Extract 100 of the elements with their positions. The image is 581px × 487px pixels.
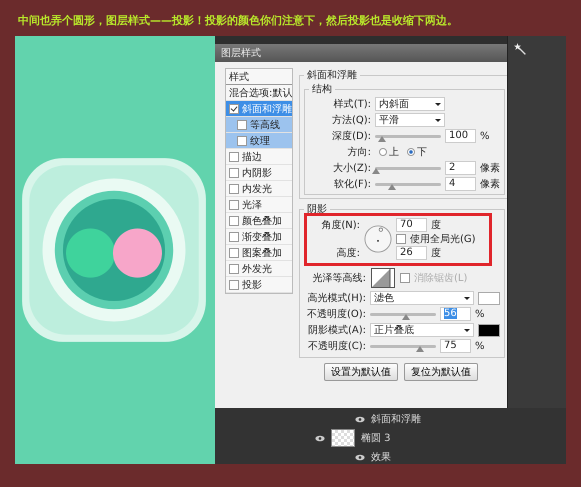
checkbox[interactable] xyxy=(229,264,239,274)
unit-label: % xyxy=(475,340,485,352)
checkbox[interactable] xyxy=(396,234,406,244)
value-field[interactable]: 4 xyxy=(445,177,476,191)
field-label: 高光模式(H): xyxy=(306,292,366,305)
style-item[interactable]: 纹理 xyxy=(226,133,292,149)
style-label: 投影 xyxy=(242,278,262,292)
checkbox[interactable] xyxy=(229,104,239,114)
field-label: 不透明度(O): xyxy=(306,308,366,321)
style-label: 颜色叠加 xyxy=(242,214,282,228)
style-item[interactable]: 外发光 xyxy=(226,261,292,277)
field-label: 不透明度(C): xyxy=(306,340,366,353)
magic-wand-icon[interactable] xyxy=(514,43,528,57)
caret-icon xyxy=(464,328,470,332)
radio-button[interactable] xyxy=(379,148,387,156)
unit-label: 度 xyxy=(431,246,441,260)
style-item[interactable]: 内阴影 xyxy=(226,165,292,181)
style-label: 渐变叠加 xyxy=(242,230,282,244)
style-item[interactable]: 样式 xyxy=(226,69,292,85)
unit-label: 像素 xyxy=(480,162,500,175)
group-title: 结构 xyxy=(311,82,333,96)
style-item[interactable]: 渐变叠加 xyxy=(226,229,292,245)
style-label: 等高线 xyxy=(250,118,280,132)
section-title: 斜面和浮雕 xyxy=(306,68,358,82)
slider-thumb[interactable] xyxy=(388,184,396,190)
eye-icon[interactable] xyxy=(355,454,365,460)
style-item[interactable]: 颜色叠加 xyxy=(226,213,292,229)
layer-name[interactable]: 斜面和浮雕 xyxy=(371,412,421,426)
checkbox[interactable] xyxy=(229,200,239,210)
checkbox[interactable] xyxy=(229,280,239,290)
caret-icon xyxy=(464,296,470,300)
layer-thumbnail[interactable] xyxy=(331,429,355,447)
style-label: 混合选项:默认 xyxy=(229,86,292,100)
checkbox[interactable] xyxy=(400,273,410,283)
field-label: 方向: xyxy=(346,146,371,159)
checkbox[interactable] xyxy=(229,248,239,258)
field-label: 阴影模式(A): xyxy=(306,324,366,337)
unit-label: 像素 xyxy=(480,178,500,191)
dropdown[interactable]: 滤色 xyxy=(370,291,474,305)
style-label: 斜面和浮雕 xyxy=(242,102,292,116)
value-field[interactable]: 100 xyxy=(445,129,476,143)
field-label: 角度(N): xyxy=(320,218,360,232)
dialog-button[interactable]: 设置为默认值 xyxy=(324,363,398,381)
value-field[interactable]: 26 xyxy=(396,246,427,260)
checkbox[interactable] xyxy=(237,136,247,146)
checkbox[interactable] xyxy=(229,168,239,178)
checkbox[interactable] xyxy=(229,216,239,226)
dropdown[interactable]: 平滑 xyxy=(375,113,445,127)
checkbox[interactable] xyxy=(229,152,239,162)
field-label: 光泽等高线: xyxy=(312,272,366,285)
slider-thumb[interactable] xyxy=(416,346,424,352)
style-label: 样式 xyxy=(229,70,249,84)
color-swatch[interactable] xyxy=(478,324,500,336)
style-item[interactable]: 光泽 xyxy=(226,197,292,213)
checkbox[interactable] xyxy=(229,232,239,242)
style-label: 纹理 xyxy=(250,134,270,148)
style-item[interactable]: 投影 xyxy=(226,277,292,293)
value-field[interactable]: 70 xyxy=(396,218,427,232)
radio-label: 上 xyxy=(389,146,399,159)
style-label: 描边 xyxy=(242,150,262,164)
color-swatch[interactable] xyxy=(478,292,500,304)
dropdown[interactable]: 内斜面 xyxy=(375,97,445,111)
caret-icon xyxy=(435,102,441,106)
style-item[interactable]: 图案叠加 xyxy=(226,245,292,261)
style-label: 光泽 xyxy=(242,198,262,212)
checkbox[interactable] xyxy=(237,120,247,130)
group-title: 阴影 xyxy=(306,203,328,216)
layer-name[interactable]: 效果 xyxy=(371,450,391,464)
checkbox[interactable] xyxy=(229,184,239,194)
style-label: 内发光 xyxy=(242,182,272,196)
field-label: 方法(Q): xyxy=(330,114,371,127)
style-item[interactable]: 内发光 xyxy=(226,181,292,197)
radio-label: 下 xyxy=(417,146,427,159)
field-label: 样式(T): xyxy=(332,98,371,111)
field-label: 高度: xyxy=(336,246,360,260)
layer-name[interactable]: 椭圆 3 xyxy=(361,431,391,445)
field-label: 深度(D): xyxy=(331,130,371,143)
contour-preview[interactable] xyxy=(370,268,396,288)
value-field[interactable]: 75 xyxy=(440,339,471,353)
style-item[interactable]: 描边 xyxy=(226,149,292,165)
style-item[interactable]: 等高线 xyxy=(226,117,292,133)
eye-icon[interactable] xyxy=(315,434,325,442)
slider-thumb[interactable] xyxy=(378,136,386,142)
angle-dial[interactable] xyxy=(364,225,392,253)
field-label: 软化(F): xyxy=(333,178,371,191)
value-field[interactable]: 2 xyxy=(445,161,476,175)
unit-label: % xyxy=(480,130,490,142)
field-label: 大小(Z): xyxy=(332,162,371,175)
radio-button[interactable] xyxy=(407,148,415,156)
slider-thumb[interactable] xyxy=(372,168,380,174)
caret-icon xyxy=(435,118,441,122)
checkbox-label: 使用全局光(G) xyxy=(410,232,476,246)
unit-label: 度 xyxy=(431,218,441,232)
unit-label: % xyxy=(475,308,485,320)
dropdown[interactable]: 正片叠底 xyxy=(370,323,474,337)
eye-icon[interactable] xyxy=(355,416,365,422)
dialog-button[interactable]: 复位为默认值 xyxy=(404,363,478,381)
style-label: 外发光 xyxy=(242,262,272,276)
caption: 中间也弄个圆形，图层样式——投影！投影的颜色你们注意下，然后投影也是收缩下两边。 xyxy=(17,13,459,29)
checkbox-label: 消除锯齿(L) xyxy=(414,272,468,285)
